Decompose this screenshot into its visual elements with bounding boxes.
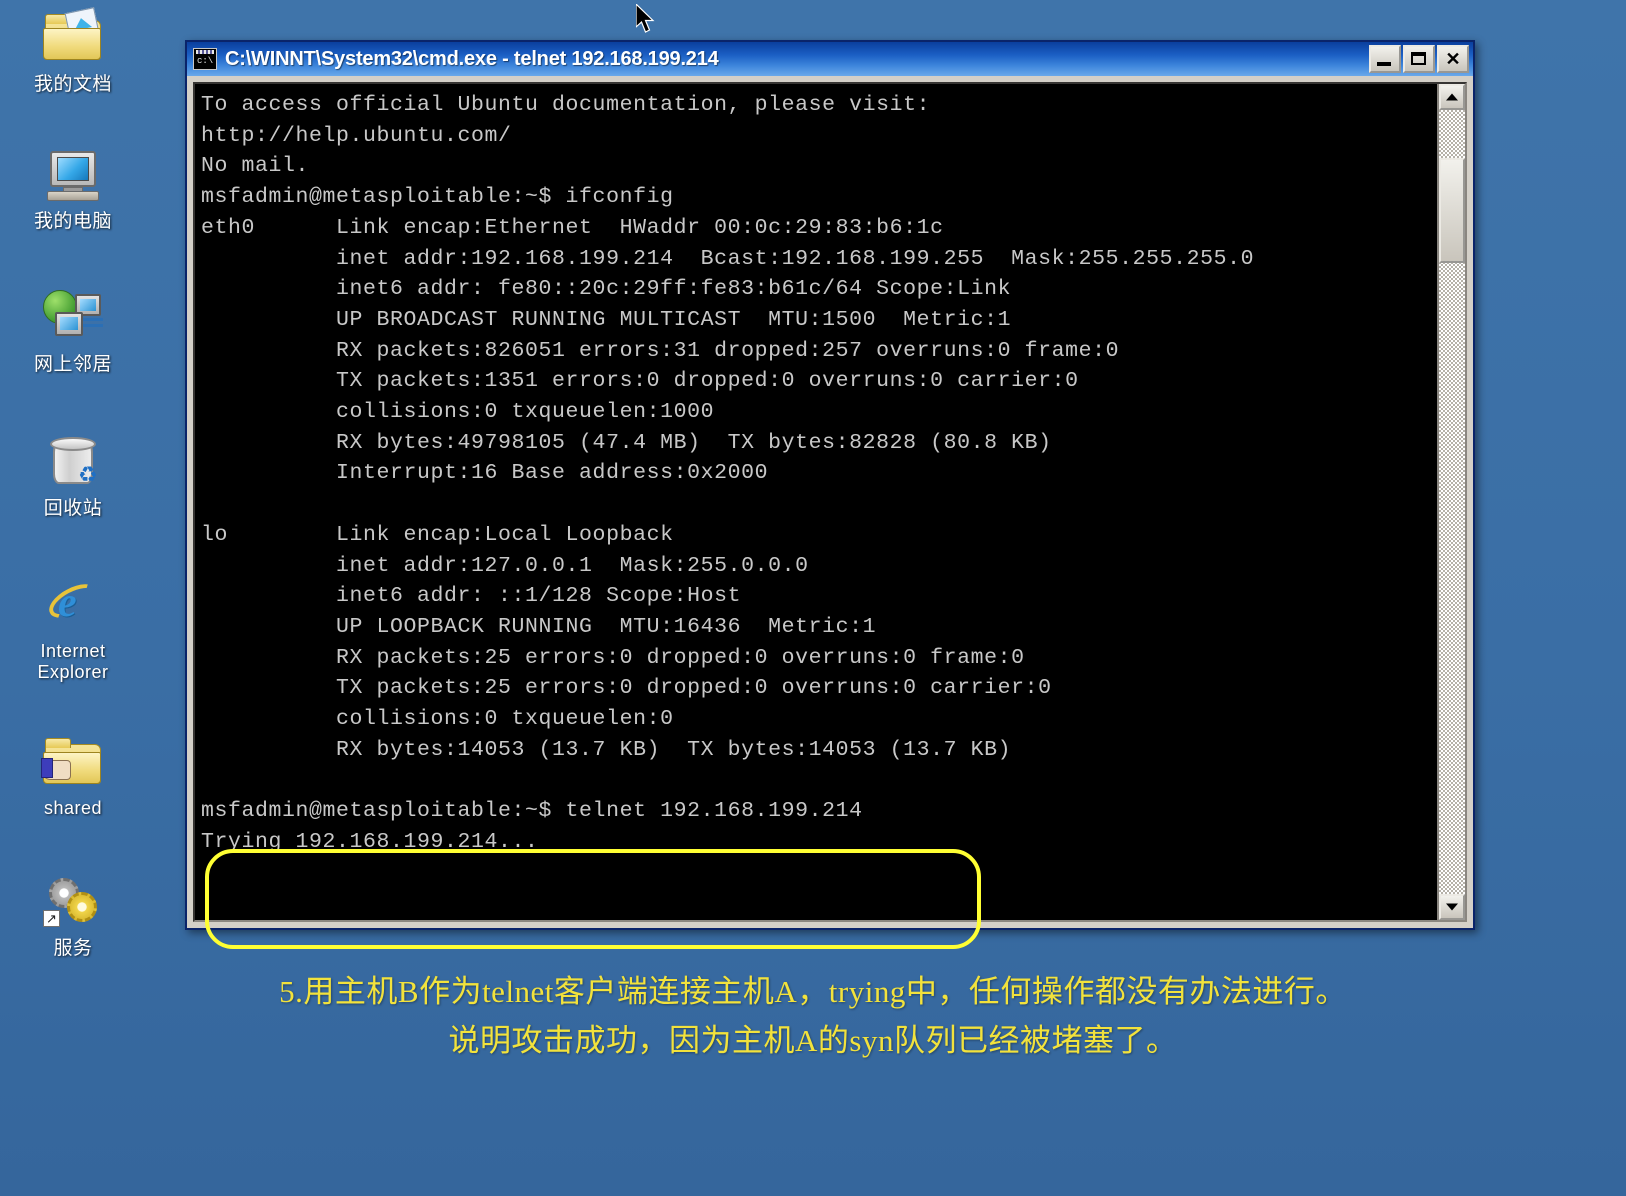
computer-monitor-icon [41, 145, 105, 205]
gears-shortcut-icon: ↗ [41, 872, 105, 932]
desktop-icon-label: Internet Explorer [37, 641, 109, 682]
desktop-icon-label: 回收站 [43, 498, 103, 519]
minimize-button[interactable] [1369, 45, 1401, 73]
desktop-icon-label: 我的文档 [33, 74, 112, 95]
folder-document-icon [41, 7, 105, 68]
scrollbar-track[interactable] [1439, 110, 1465, 894]
caption-text: 5.用主机B作为telnet客户端连接主机A，trying中，任何操作都没有办法… [0, 968, 1626, 1066]
scroll-up-arrow[interactable] [1439, 84, 1465, 110]
desktop-icon-label: 服务 [53, 938, 93, 959]
desktop-icon-internet-explorer[interactable]: e Internet Explorer [8, 575, 138, 682]
internet-explorer-icon: e [41, 575, 105, 635]
maximize-button[interactable] [1403, 45, 1435, 73]
console-window[interactable]: C:\WINNT\System32\cmd.exe - telnet 192.1… [185, 40, 1475, 949]
desktop-icon-network-neighborhood[interactable]: 网上邻居 [8, 288, 138, 376]
caption-line-1: 5.用主机B作为telnet客户端连接主机A，trying中，任何操作都没有办法… [279, 974, 1347, 1009]
scroll-thumb[interactable] [1439, 158, 1465, 263]
desktop-icon-shared-folder[interactable]: shared [8, 732, 138, 819]
scroll-down-arrow[interactable] [1439, 894, 1465, 920]
desktop-icon-label: 我的电脑 [33, 211, 112, 232]
caption-line-2: 说明攻击成功，因为主机A的syn队列已经被堵塞了。 [448, 1022, 1178, 1058]
desktop-icon-label: shared [43, 798, 103, 818]
shared-folder-hand-icon [41, 732, 105, 792]
network-globe-icon [41, 288, 105, 348]
terminal-output: To access official Ubuntu documentation,… [201, 93, 1255, 854]
desktop-icon-recycle-bin[interactable]: ♻ 回收站 [8, 432, 138, 520]
desktop-icon-my-documents[interactable]: 我的文档 [8, 7, 138, 96]
desktop-background: 我的文档 我的电脑 网上邻居 ♻ 回收站 e Internet Explorer… [0, 0, 1626, 1196]
close-icon: ✕ [1445, 49, 1461, 69]
close-button[interactable]: ✕ [1437, 45, 1469, 73]
cmd-console-icon [193, 48, 217, 70]
window-title: C:\WINNT\System32\cmd.exe - telnet 192.1… [225, 47, 719, 70]
vertical-scrollbar[interactable] [1437, 84, 1465, 920]
desktop-icon-label: 网上邻居 [33, 354, 112, 375]
console-body: To access official Ubuntu documentation,… [193, 82, 1467, 949]
desktop-icon-services[interactable]: ↗ 服务 [8, 872, 138, 960]
recycle-bin-icon: ♻ [41, 432, 105, 492]
desktop-icon-my-computer[interactable]: 我的电脑 [8, 145, 138, 233]
window-titlebar[interactable]: C:\WINNT\System32\cmd.exe - telnet 192.1… [185, 40, 1475, 76]
